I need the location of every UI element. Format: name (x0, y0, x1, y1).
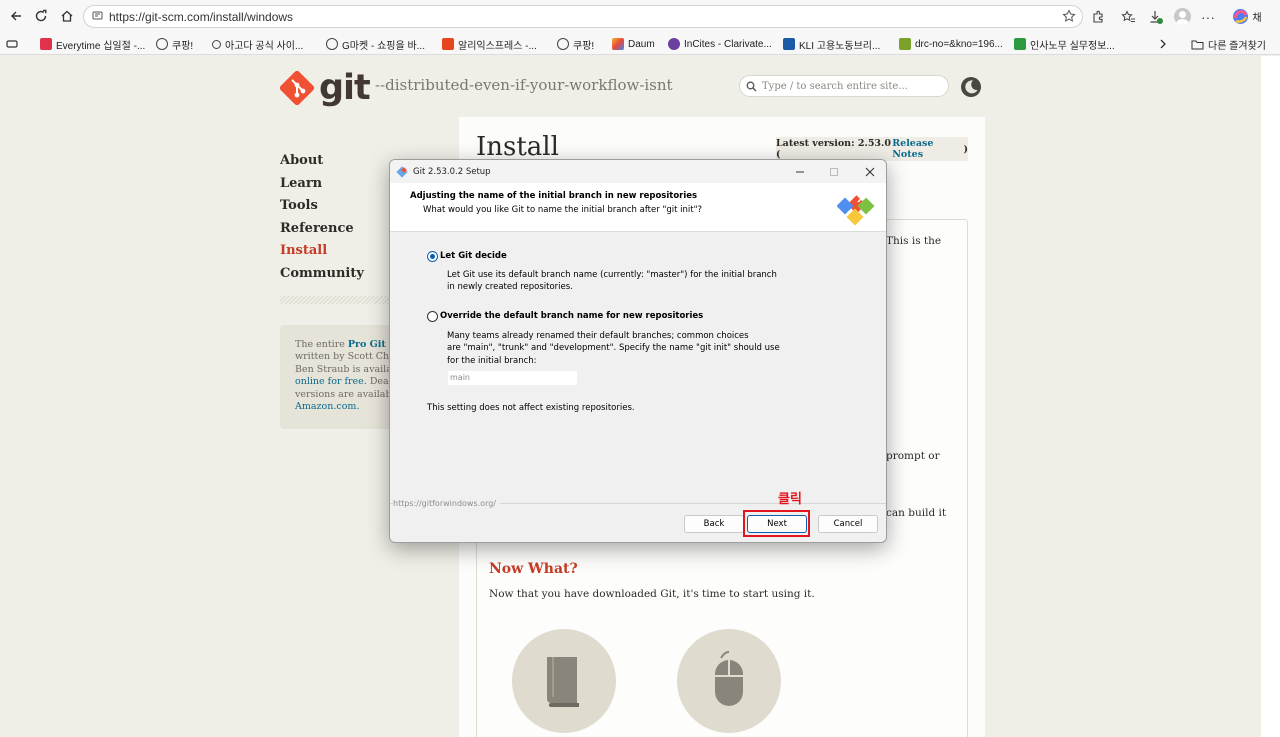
nav-item-learn[interactable]: Learn (280, 173, 364, 196)
dialog-heading: Adjusting the name of the initial branch… (410, 191, 698, 201)
bookmark-item-kli[interactable]: KLI 고용노동브리... (783, 36, 880, 52)
git-setup-dialog: Git 2.53.0.2 Setup Adjusting the name of… (389, 159, 887, 543)
address-bar[interactable]: https://git-scm.com/install/windows (83, 5, 1083, 28)
agoda-favicon-icon (212, 39, 221, 49)
body-text-fragment: This is the (886, 235, 942, 247)
dialog-subheading: What would you like Git to name the init… (423, 205, 703, 215)
aliexpress-favicon-icon (442, 38, 454, 50)
release-notes-link[interactable]: Release Notes (892, 138, 963, 160)
back-arrow-icon[interactable] (3, 3, 29, 29)
book-icon[interactable] (512, 629, 616, 733)
git-setup-icon (396, 165, 408, 178)
nav-item-reference[interactable]: Reference (280, 218, 364, 241)
option-let-git-decide-label[interactable]: Let Git decide (440, 251, 507, 261)
nav-item-tools[interactable]: Tools (280, 195, 364, 218)
git-logo[interactable]: git (279, 68, 371, 108)
tagline: --distributed-even-if-your-workflow-isnt (375, 76, 673, 94)
extensions-icon[interactable] (1087, 5, 1109, 28)
option-let-git-decide-description: Let Git use its default branch name (cur… (447, 270, 777, 293)
copilot-icon[interactable]: 채 (1226, 5, 1268, 28)
profile-label: 채 (1252, 13, 1262, 24)
bookmarks-bar: Everytime 십일절 -... 쿠팡! 아고다 공식 사이... G마켓 … (0, 33, 1280, 55)
nav-item-community[interactable]: Community (280, 263, 364, 286)
globe-icon (156, 38, 168, 50)
globe-icon (557, 38, 569, 50)
body-text-fragment: can build it (886, 507, 947, 519)
kli-favicon-icon (783, 38, 795, 50)
dialog-header: Adjusting the name of the initial branch… (390, 183, 886, 232)
bookmark-item-insanowu[interactable]: 인사노무 실무정보... (1014, 36, 1115, 52)
dialog-title: Git 2.53.0.2 Setup (413, 166, 491, 177)
home-icon[interactable] (54, 3, 80, 29)
option-override-label[interactable]: Override the default branch name for new… (440, 311, 703, 321)
url-text: https://git-scm.com/install/windows (109, 9, 294, 24)
everytime-favicon-icon (40, 38, 52, 50)
tab-actions-icon[interactable] (6, 36, 18, 52)
bookmark-item-coupang[interactable]: 쿠팡! (156, 36, 193, 52)
page-title: Install (476, 132, 559, 162)
favorites-icon[interactable] (1117, 5, 1139, 28)
insanowu-favicon-icon (1014, 38, 1026, 50)
daum-favicon-icon (612, 38, 624, 50)
bookmark-item-agoda[interactable]: 아고다 공식 사이... (212, 36, 303, 52)
more-options-icon[interactable]: ··· (1197, 5, 1219, 28)
bookmark-item-everytime[interactable]: Everytime 십일절 -... (40, 36, 145, 52)
search-placeholder: Type / to search entire site... (762, 80, 908, 92)
online-free-link[interactable]: online for free. (295, 376, 367, 387)
reload-icon[interactable] (28, 3, 54, 29)
site-search-input[interactable]: Type / to search entire site... (739, 75, 949, 97)
bookmark-item-aliexpress[interactable]: 알리익스프레스 -... (442, 36, 537, 52)
now-what-text: Now that you have downloaded Git, it's t… (489, 588, 815, 600)
now-what-heading: Now What? (489, 561, 578, 577)
site-nav: About Learn Tools Reference Install Comm… (280, 150, 364, 285)
radio-let-git-decide[interactable] (427, 251, 438, 262)
folder-icon (1191, 40, 1204, 49)
bookmark-item-daum[interactable]: Daum (612, 36, 655, 52)
click-highlight-box (743, 510, 810, 537)
option-override-description: Many teams already renamed their default… (447, 331, 780, 366)
profile-avatar[interactable] (1171, 5, 1193, 28)
mouse-icon[interactable] (677, 629, 781, 733)
bookmarks-overflow-chevron-icon[interactable] (1158, 36, 1168, 52)
back-button[interactable]: Back (684, 515, 744, 533)
click-annotation-label: 클릭 (778, 492, 802, 507)
dialog-body: Let Git decide Let Git use its default b… (390, 233, 886, 503)
nav-item-about[interactable]: About (280, 150, 364, 173)
dark-mode-toggle-icon[interactable] (960, 76, 982, 98)
site-info-icon[interactable] (92, 10, 103, 24)
globe-icon (326, 38, 338, 50)
page-scroll-area (1261, 56, 1280, 737)
minimize-icon[interactable] (783, 160, 817, 183)
drc-favicon-icon (899, 38, 911, 50)
logo-text: git (319, 68, 371, 108)
search-icon (746, 81, 757, 91)
branch-name-input[interactable]: main (447, 370, 578, 386)
gitforwindows-link[interactable]: https://gitforwindows.org/ (393, 499, 500, 508)
downloads-icon[interactable] (1145, 5, 1167, 28)
bookmark-item-incites[interactable]: InCites - Clarivate... (668, 36, 772, 52)
bookmark-folder-other[interactable]: 다른 즐겨찾기 (1191, 36, 1266, 52)
dialog-note: This setting does not affect existing re… (427, 403, 635, 413)
latest-version-box: Latest version: 2.53.0 (Release Notes) (776, 137, 968, 161)
bookmark-item-drc[interactable]: drc-no=&kno=196... (899, 36, 1003, 52)
incites-favicon-icon (668, 38, 680, 50)
cancel-button[interactable]: Cancel (818, 515, 878, 533)
radio-override-branch-name[interactable] (427, 311, 438, 322)
favorite-star-icon[interactable] (1062, 9, 1076, 26)
body-text-fragment: prompt or (886, 450, 940, 462)
maximize-icon[interactable] (817, 160, 851, 183)
bookmark-item-gmarket[interactable]: G마켓 - 쇼핑을 바... (326, 36, 425, 52)
browser-toolbar: https://git-scm.com/install/windows ··· … (0, 0, 1280, 33)
git-for-windows-logo-icon (837, 190, 875, 226)
dialog-titlebar[interactable]: Git 2.53.0.2 Setup (390, 160, 886, 183)
bookmark-item-coupang-2[interactable]: 쿠팡! (557, 36, 594, 52)
close-icon[interactable] (853, 160, 886, 183)
git-diamond-icon (279, 70, 315, 106)
nav-item-install[interactable]: Install (280, 240, 364, 263)
